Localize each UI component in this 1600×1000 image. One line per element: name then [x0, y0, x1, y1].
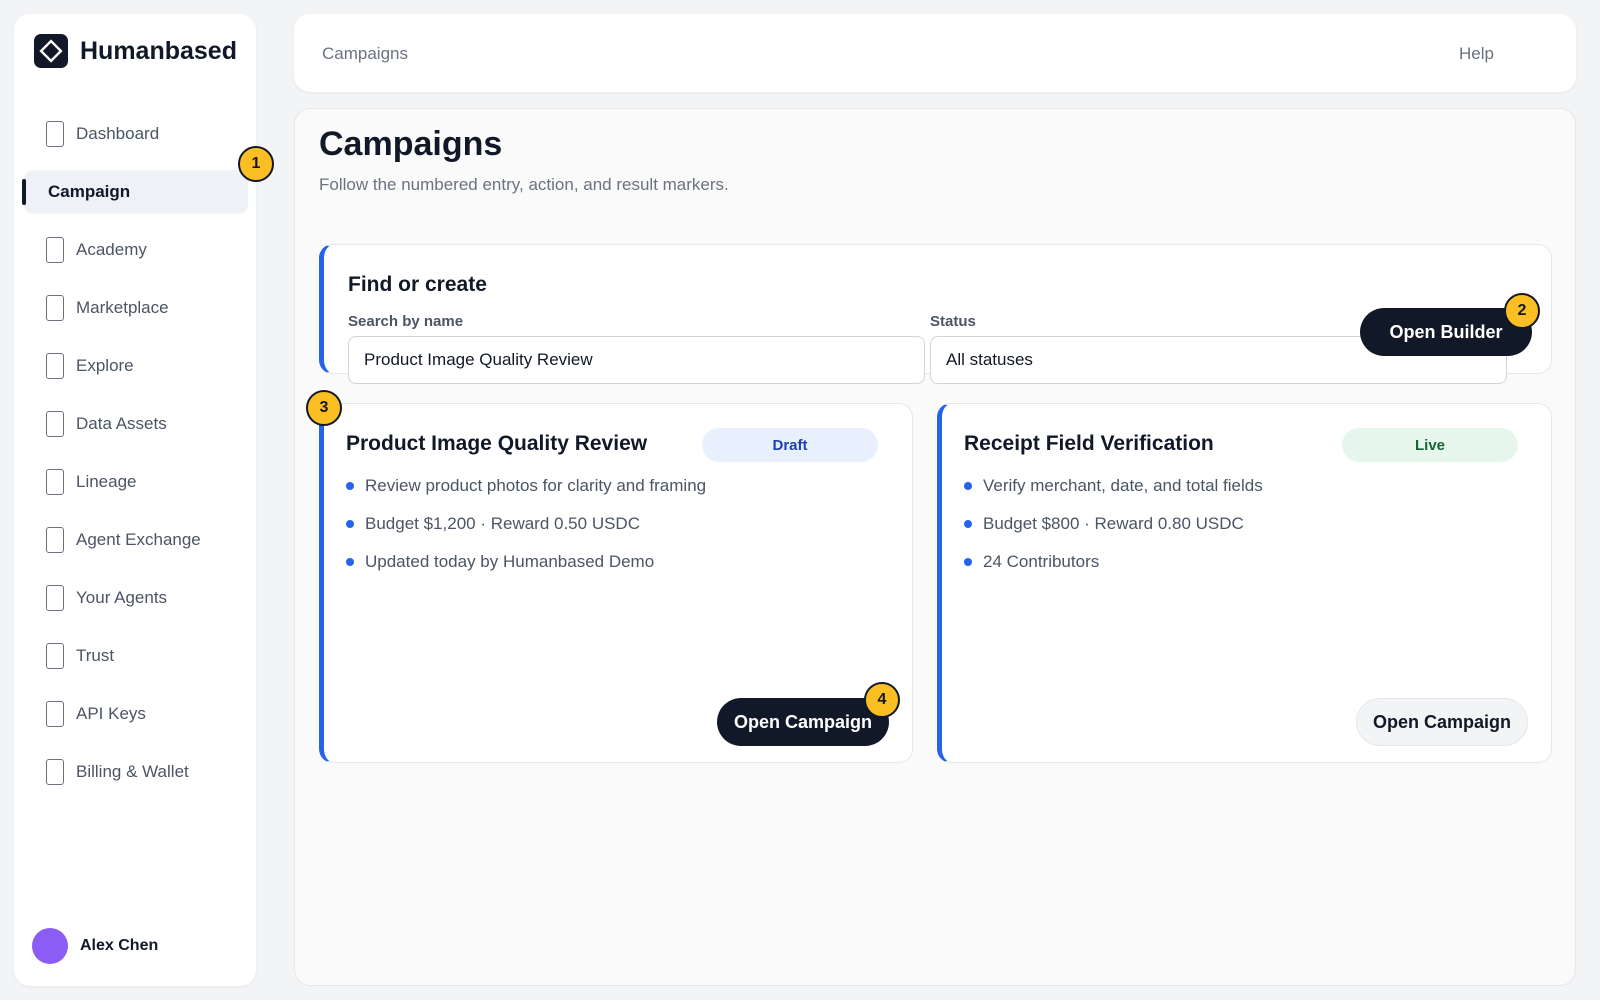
page-icon: [46, 237, 64, 263]
list-item: Budget $800 · Reward 0.80 USDC: [964, 512, 1263, 536]
sidebar-item-label: Trust: [76, 646, 115, 665]
sidebar-item-label: Lineage: [76, 472, 137, 491]
brand[interactable]: Humanbased: [34, 34, 237, 68]
page-icon: [46, 469, 64, 495]
page-icon: [46, 411, 64, 437]
step-marker-1: 1: [238, 146, 274, 182]
bullet-icon: [346, 482, 354, 490]
campaign-card-receipt-verification: Receipt Field Verification Live Verify m…: [937, 403, 1552, 763]
sidebar-item-data-assets[interactable]: Data Assets: [24, 402, 248, 446]
page-icon: [46, 295, 64, 321]
user-name: Alex Chen: [80, 937, 159, 954]
sidebar-item-label: API Keys: [76, 704, 146, 723]
user-profile[interactable]: Alex Chen: [32, 928, 158, 964]
sidebar-item-agent-exchange[interactable]: Agent Exchange: [24, 518, 248, 562]
status-badge: Live: [1342, 428, 1518, 462]
sidebar-item-dashboard[interactable]: Dashboard: [24, 112, 248, 156]
page-icon: [46, 643, 64, 669]
status-select-value: All statuses: [946, 350, 1033, 369]
sidebar-item-trust[interactable]: Trust: [24, 634, 248, 678]
help-link[interactable]: Help: [1459, 44, 1494, 64]
diamond-logo-icon: [34, 34, 68, 68]
sidebar-item-your-agents[interactable]: Your Agents: [24, 576, 248, 620]
sidebar-item-label: Campaign: [48, 182, 131, 201]
step-marker-3: 3: [306, 390, 342, 426]
detail-text: Verify merchant, date, and total fields: [983, 476, 1263, 495]
list-item: Updated today by Humanbased Demo: [346, 550, 706, 574]
sidebar-item-api-keys[interactable]: API Keys: [24, 692, 248, 736]
sidebar-item-label: Billing & Wallet: [76, 762, 189, 781]
search-label: Search by name: [348, 313, 464, 330]
campaign-card-product-image: Product Image Quality Review Draft Revie…: [319, 403, 913, 763]
bullet-icon: [964, 482, 972, 490]
sidebar-item-label: Explore: [76, 356, 134, 375]
page-icon: [46, 759, 64, 785]
step-marker-2: 2: [1504, 293, 1540, 329]
open-campaign-button[interactable]: Open Campaign: [1356, 698, 1528, 746]
list-item: Review product photos for clarity and fr…: [346, 474, 706, 498]
avatar: [32, 928, 68, 964]
detail-text: 24 Contributors: [983, 552, 1100, 571]
sidebar-item-academy[interactable]: Academy: [24, 228, 248, 272]
top-bar: Campaigns Help: [294, 14, 1576, 92]
active-indicator: [22, 179, 26, 205]
bullet-icon: [964, 558, 972, 566]
campaign-title: Receipt Field Verification: [964, 432, 1214, 455]
page-title: Campaigns: [319, 125, 503, 163]
brand-name: Humanbased: [80, 36, 237, 65]
section-title: Find or create: [348, 273, 487, 296]
page-icon: [46, 353, 64, 379]
detail-text: Updated today by Humanbased Demo: [365, 552, 655, 571]
sidebar-item-label: Agent Exchange: [76, 530, 201, 549]
page-icon: [46, 585, 64, 611]
sidebar-item-label: Academy: [76, 240, 147, 259]
bullet-icon: [346, 520, 354, 528]
sidebar-nav: Dashboard Campaign Academy Marketplace E…: [14, 112, 256, 808]
sidebar-item-campaign[interactable]: Campaign: [22, 170, 248, 214]
sidebar-item-billing-wallet[interactable]: Billing & Wallet: [24, 750, 248, 794]
open-campaign-button[interactable]: Open Campaign: [717, 698, 889, 746]
page-icon: [46, 701, 64, 727]
sidebar-item-label: Data Assets: [76, 414, 167, 433]
sidebar-item-label: Dashboard: [76, 124, 160, 143]
list-item: Verify merchant, date, and total fields: [964, 474, 1263, 498]
bullet-icon: [346, 558, 354, 566]
campaign-details: Review product photos for clarity and fr…: [346, 474, 706, 588]
detail-text: Review product photos for clarity and fr…: [365, 476, 707, 495]
sidebar-item-label: Your Agents: [76, 588, 168, 607]
main-panel: Campaigns Follow the numbered entry, act…: [294, 108, 1576, 986]
sidebar-item-lineage[interactable]: Lineage: [24, 460, 248, 504]
page-icon: [46, 527, 64, 553]
status-badge: Draft: [702, 428, 878, 462]
list-item: 24 Contributors: [964, 550, 1263, 574]
sidebar-item-explore[interactable]: Explore: [24, 344, 248, 388]
detail-text: Budget $800 · Reward 0.80 USDC: [983, 514, 1244, 533]
breadcrumb-campaigns-link[interactable]: Campaigns: [322, 44, 408, 64]
campaign-details: Verify merchant, date, and total fields …: [964, 474, 1263, 588]
campaign-title: Product Image Quality Review: [346, 432, 648, 455]
bullet-icon: [964, 520, 972, 528]
search-input[interactable]: [348, 336, 925, 384]
find-or-create-panel: Find or create Search by name Status All…: [319, 244, 1552, 384]
sidebar: Humanbased Dashboard Campaign Academy Ma…: [14, 14, 256, 986]
page-subtitle: Follow the numbered entry, action, and r…: [319, 175, 729, 194]
detail-text: Budget $1,200 · Reward 0.50 USDC: [365, 514, 640, 533]
list-item: Budget $1,200 · Reward 0.50 USDC: [346, 512, 706, 536]
sidebar-item-label: Marketplace: [76, 298, 169, 317]
page-icon: [46, 121, 64, 147]
sidebar-item-marketplace[interactable]: Marketplace: [24, 286, 248, 330]
status-label: Status: [930, 313, 976, 330]
step-marker-4: 4: [864, 682, 900, 718]
